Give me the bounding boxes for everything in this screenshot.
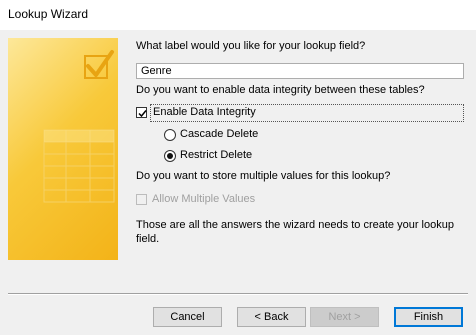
separator — [8, 293, 468, 295]
lookup-label-input[interactable]: Genre — [136, 63, 464, 79]
summary-line-2: field. — [136, 233, 160, 245]
integrity-question: Do you want to enable data integrity bet… — [136, 84, 425, 96]
allow-multiple-label: Allow Multiple Values — [152, 193, 256, 205]
title-bar: Lookup Wizard — [0, 0, 476, 30]
enable-integrity-checkbox[interactable]: Enable Data Integrity — [136, 104, 464, 124]
checkbox-box-disabled[interactable] — [136, 194, 147, 205]
enable-integrity-label: Enable Data Integrity — [150, 104, 464, 122]
cancel-button[interactable]: Cancel — [153, 307, 222, 327]
back-button[interactable]: < Back — [237, 307, 306, 327]
window-title: Lookup Wizard — [8, 7, 89, 21]
checkmark-icon — [84, 50, 114, 79]
checkbox-box[interactable] — [136, 107, 147, 118]
radio-dot — [167, 153, 173, 159]
checkmark-icon — [138, 110, 147, 118]
restrict-delete-label: Restrict Delete — [180, 149, 253, 161]
next-button[interactable]: Next > — [310, 307, 379, 327]
multiple-values-question: Do you want to store multiple values for… — [136, 170, 391, 182]
summary-line-1: Those are all the answers the wizard nee… — [136, 219, 454, 231]
wizard-art-icon — [43, 50, 115, 203]
finish-button[interactable]: Finish — [394, 307, 463, 327]
label-question: What label would you like for your looku… — [136, 40, 366, 52]
radio-circle[interactable] — [164, 129, 176, 141]
radio-circle-selected[interactable] — [164, 150, 176, 162]
wizard-illustration — [8, 38, 118, 260]
cascade-delete-label: Cascade Delete — [180, 128, 259, 140]
